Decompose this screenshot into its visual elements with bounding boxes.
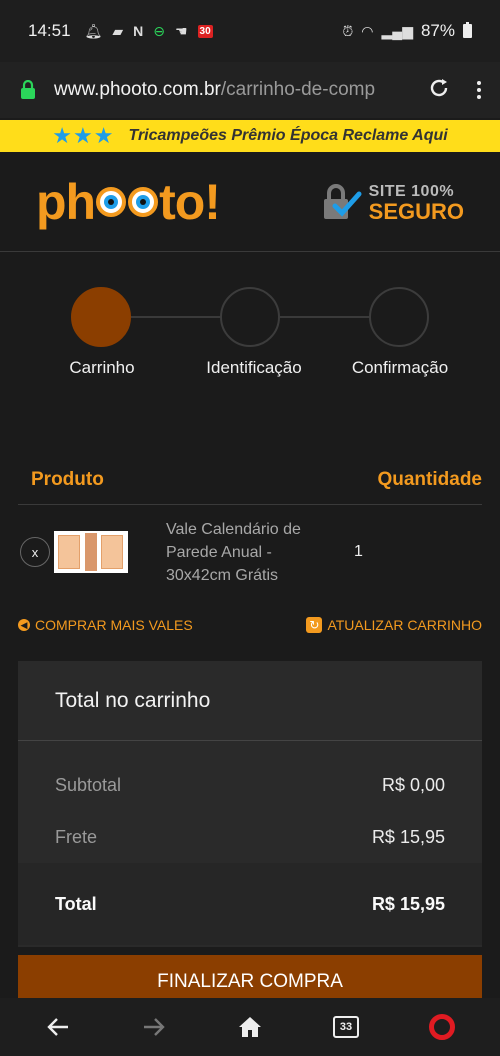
status-bar: 14:51 🔔︎ ▰ N ⊖ ☚ 30 ⏰︎ ◠ ▂▄▆ 87%: [0, 0, 500, 62]
opera-logo-icon: [429, 1014, 455, 1040]
hand-icon: ☚: [174, 22, 188, 39]
reload-icon[interactable]: [428, 77, 450, 104]
buy-more-label: COMPRAR MAIS VALES: [35, 617, 193, 633]
arrow-left-circle-icon: ◀: [18, 619, 30, 631]
step-circle-identificacao: [220, 287, 280, 347]
logo-text-end: to!: [159, 173, 221, 230]
home-icon[interactable]: [220, 998, 280, 1056]
url-domain: www.phooto.com.br: [54, 79, 221, 100]
forward-arrow-icon[interactable]: [124, 998, 184, 1056]
cart-table-header: Produto Quantidade: [18, 455, 482, 505]
site-header: ph to! SITE 100% SEGURO: [0, 152, 500, 252]
battery-icon: [463, 22, 472, 38]
total-value: R$ 15,95: [371, 893, 445, 914]
netflix-icon: N: [133, 23, 144, 39]
step-label-carrinho: Carrinho: [69, 358, 135, 377]
column-product: Produto: [31, 468, 104, 490]
product-quantity[interactable]: 1: [354, 543, 363, 561]
stars-icon: ★★★: [52, 123, 115, 148]
product-thumbnail[interactable]: [54, 531, 128, 573]
checkout-steps: Carrinho Identificação Confirmação: [0, 285, 500, 385]
shipping-value: R$ 15,95: [371, 826, 445, 847]
secure-site-badge: SITE 100% SEGURO: [321, 182, 464, 222]
subtotal-label: Subtotal: [55, 774, 122, 795]
logo-eye-icon: [128, 186, 159, 217]
calendar-badge-icon: 30: [197, 24, 213, 38]
padlock-check-icon: [323, 183, 362, 219]
url-path: /carrinho-de-comp: [220, 79, 376, 100]
clock: 14:51: [28, 21, 71, 40]
signal-icon: ▂▄▆: [381, 22, 413, 39]
app-circle-icon: ⊖: [153, 22, 165, 39]
logo-eye-icon: [96, 186, 127, 217]
back-arrow-icon[interactable]: [28, 998, 88, 1056]
lock-icon[interactable]: [16, 80, 40, 100]
app-notification-icon: ▰: [112, 22, 124, 39]
refresh-icon: ↻: [306, 617, 323, 633]
product-name[interactable]: Vale Calendário de Parede Anual - 30x42c…: [166, 518, 326, 587]
notification-bell-icon: 🔔︎: [84, 22, 103, 39]
phooto-logo[interactable]: ph to!: [36, 173, 221, 231]
step-label-identificacao: Identificação: [206, 358, 302, 377]
subtotal-value: R$ 0,00: [381, 774, 445, 795]
column-quantity: Quantidade: [377, 468, 482, 490]
buy-more-link[interactable]: ◀ COMPRAR MAIS VALES: [18, 617, 193, 633]
subtotal-row: Subtotal R$ 0,00: [18, 759, 482, 811]
step-connector: [280, 316, 370, 318]
tabs-button[interactable]: 33: [316, 998, 376, 1056]
step-label-confirmacao: Confirmação: [351, 358, 449, 377]
shipping-row: Frete R$ 15,95: [18, 811, 482, 863]
address-bar[interactable]: www.phooto.com.br/carrinho-de-comp: [0, 62, 500, 118]
promo-banner[interactable]: ★★★ Tricampeões Prêmio Época Reclame Aqu…: [0, 120, 500, 152]
total-row: Total R$ 15,95: [18, 863, 482, 945]
logo-text-start: ph: [36, 173, 96, 230]
cart-totals: Total no carrinho Subtotal R$ 0,00 Frete…: [18, 661, 482, 947]
step-connector: [131, 316, 221, 318]
step-circle-confirmacao: [369, 287, 429, 347]
secure-label-bottom: SEGURO: [368, 198, 464, 224]
cart-item-row: x Vale Calendário de Parede Anual - 30x4…: [18, 506, 482, 598]
cart-actions: ◀ COMPRAR MAIS VALES ↻ ATUALIZAR CARRINH…: [18, 617, 482, 633]
alarm-icon: ⏰︎: [342, 22, 354, 39]
step-circle-carrinho: [71, 287, 131, 347]
more-menu-icon[interactable]: [474, 81, 484, 99]
totals-title: Total no carrinho: [18, 661, 482, 741]
update-cart-label: ATUALIZAR CARRINHO: [327, 617, 482, 633]
shipping-label: Frete: [55, 826, 98, 847]
battery-percent: 87%: [420, 21, 455, 40]
wifi-icon: ◠: [361, 22, 374, 39]
remove-item-button[interactable]: x: [20, 537, 50, 567]
promo-text: Tricampeões Prêmio Época Reclame Aqui: [128, 127, 448, 144]
total-label: Total: [55, 893, 97, 914]
url-text[interactable]: www.phooto.com.br/carrinho-de-comp: [54, 79, 394, 101]
opera-menu-button[interactable]: [412, 998, 472, 1056]
browser-bottom-nav: 33: [0, 998, 500, 1056]
tabs-count-icon: 33: [333, 1016, 359, 1038]
update-cart-link[interactable]: ↻ ATUALIZAR CARRINHO: [306, 617, 482, 633]
